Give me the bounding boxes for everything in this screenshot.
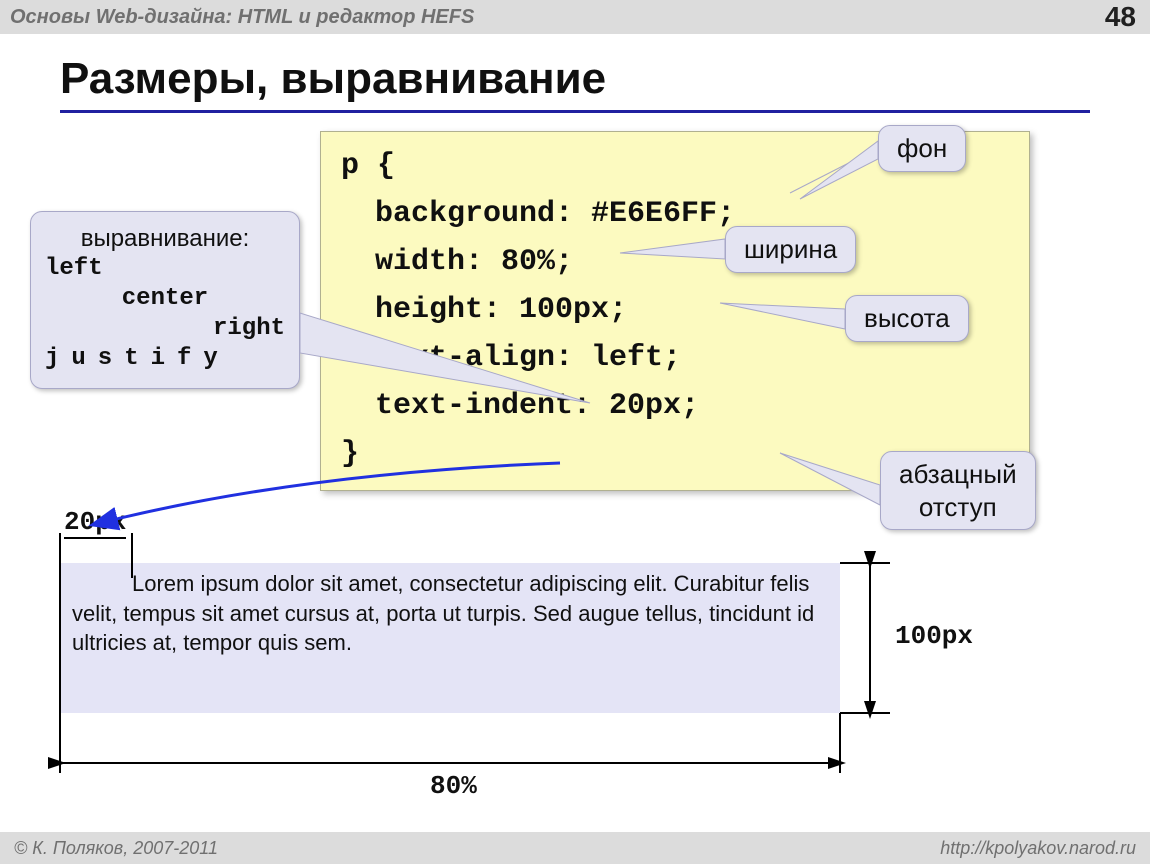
- dim-label-indent: 20px: [64, 507, 126, 539]
- sample-text: Lorem ipsum dolor sit amet, consectetur …: [72, 571, 814, 655]
- footer-copyright: © К. Поляков, 2007-2011: [14, 838, 218, 859]
- page-number: 48: [1105, 1, 1136, 33]
- footer-url: http://kpolyakov.narod.ru: [940, 838, 1136, 859]
- align-value-center: center: [45, 284, 285, 314]
- callout-indent-line1: абзацный: [899, 459, 1017, 489]
- callout-indent-line2: отступ: [919, 492, 997, 522]
- callout-height: высота: [845, 295, 969, 342]
- code-line-bg: background: #E6E6FF;: [341, 190, 1009, 238]
- callout-width: ширина: [725, 226, 856, 273]
- code-line-width: width: 80%;: [341, 238, 1009, 286]
- dim-label-width: 80%: [430, 771, 477, 801]
- header-bar: Основы Web-дизайна: HTML и редактор HEFS…: [0, 0, 1150, 34]
- callout-indent: абзацный отступ: [880, 451, 1036, 530]
- code-line-indent: text-indent: 20px;: [341, 382, 1009, 430]
- align-value-right: right: [45, 314, 285, 344]
- slide-title: Размеры, выравнивание: [60, 54, 1150, 104]
- sample-paragraph: Lorem ipsum dolor sit amet, consectetur …: [60, 563, 840, 713]
- slide-stage: p { background: #E6E6FF; width: 80%; hei…: [0, 113, 1150, 833]
- dim-label-height: 100px: [895, 621, 973, 651]
- callout-align: выравнивание: left center right justify: [30, 211, 300, 389]
- align-value-justify: justify: [45, 344, 285, 374]
- align-value-left: left: [45, 254, 285, 284]
- footer-bar: © К. Поляков, 2007-2011 http://kpolyakov…: [0, 832, 1150, 864]
- header-title: Основы Web-дизайна: HTML и редактор HEFS: [10, 6, 474, 29]
- callout-align-title: выравнивание:: [45, 224, 285, 254]
- callout-background: фон: [878, 125, 966, 172]
